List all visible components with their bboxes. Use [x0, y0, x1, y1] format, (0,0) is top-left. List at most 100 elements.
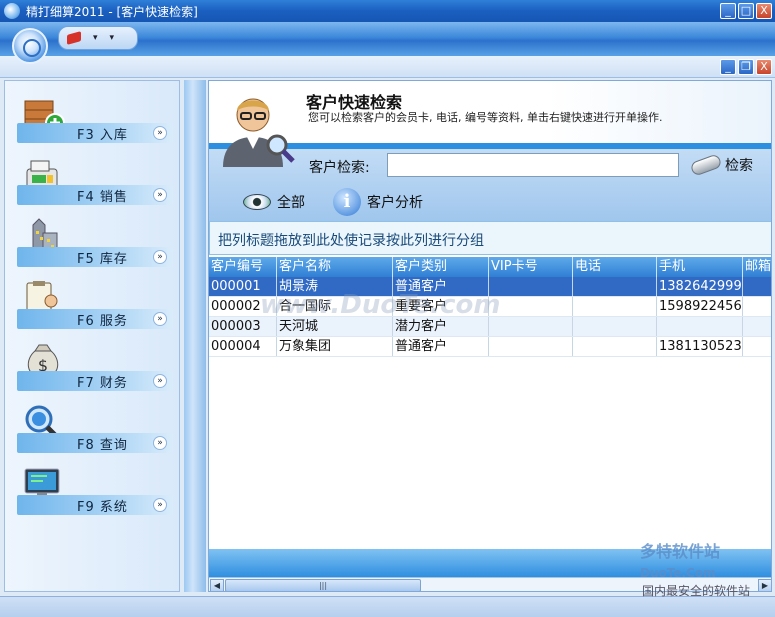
- mdi-close-button[interactable]: X: [756, 59, 772, 75]
- nav-item-inventory[interactable]: F5 库存 »: [15, 217, 175, 271]
- nav-label: F3 入库: [77, 127, 128, 143]
- status-bar: [0, 596, 775, 617]
- binoculars-icon: [689, 153, 723, 177]
- group-by-hint: 把列标题拖放到此处使记录按此列进行分组: [218, 233, 484, 249]
- minimize-button[interactable]: _: [720, 3, 736, 19]
- nav-item-finance[interactable]: $ F7 财务»: [15, 341, 175, 395]
- cell-phone: [573, 277, 657, 296]
- scroll-thumb[interactable]: |||: [225, 579, 421, 591]
- nav-bar: F8 查询 »: [17, 433, 173, 453]
- watermark-brand: 多特软件站 DuoTe.Com: [640, 538, 720, 581]
- quick-tool-icon[interactable]: [67, 31, 81, 45]
- cell-vip: [489, 317, 573, 336]
- show-all-button[interactable]: 全部: [243, 185, 305, 219]
- nav-item-service[interactable]: F6 服务 »: [15, 279, 175, 333]
- chevron-down-icon[interactable]: »: [153, 188, 167, 202]
- cell-category: 普通客户: [393, 337, 489, 356]
- chevron-down-icon[interactable]: »: [153, 498, 167, 512]
- nav-label: F5 库存: [77, 251, 128, 267]
- watermark-text: www.DuoTe.com: [260, 290, 501, 320]
- nav-item-system[interactable]: F9 系统 »: [15, 465, 175, 519]
- close-button[interactable]: X: [756, 3, 772, 19]
- cell-mobile: 1598922456: [659, 297, 743, 316]
- customer-search-panel: 客户快速检索 您可以检索客户的会员卡, 电话, 编号等资料, 单击右键快速进行开…: [208, 80, 772, 592]
- maximize-button[interactable]: □: [738, 3, 754, 19]
- nav-label: F6 服务: [77, 313, 128, 329]
- mdi-minimize-button[interactable]: _: [720, 59, 736, 75]
- watermark-slogan: 国内最安全的软件站: [642, 584, 751, 598]
- table-row[interactable]: 000004 万象集团 普通客户 1381130523: [209, 337, 771, 357]
- nav-label: F8 查询: [77, 437, 128, 453]
- cell-id: 000004: [209, 337, 277, 356]
- cell-email: [743, 317, 771, 336]
- nav-bar: F5 库存 »: [17, 247, 173, 267]
- window-title: 精打细算2011 - [客户快速检索]: [26, 4, 198, 19]
- mdi-restore-button[interactable]: ❐: [738, 59, 754, 75]
- nav-bar: F3 入库 »: [17, 123, 173, 143]
- grid-header: 客户编号 客户名称 客户类别 VIP卡号 电话 手机 邮箱: [209, 257, 771, 277]
- nav-bar: F4 销售 »: [17, 185, 173, 205]
- nav-label: F4 销售: [77, 189, 128, 205]
- column-header[interactable]: 客户名称: [277, 257, 393, 277]
- nav-bar: F7 财务 »: [17, 371, 173, 391]
- customer-avatar-icon: [223, 98, 295, 167]
- column-header[interactable]: 客户编号: [209, 257, 277, 277]
- scroll-right-icon[interactable]: ▶: [758, 579, 771, 591]
- column-header[interactable]: 邮箱: [743, 257, 771, 277]
- search-button-label: 检索: [725, 158, 753, 174]
- nav-label: F7 财务: [77, 375, 128, 391]
- cell-phone: [573, 317, 657, 336]
- nav-item-inbound[interactable]: F3 入库 »: [15, 93, 175, 147]
- quick-access-toolbar: ▾ ▾: [58, 26, 138, 50]
- nav-bar: F6 服务 »: [17, 309, 173, 329]
- title-bar: 精打细算2011 - [客户快速检索] _ □ X: [0, 0, 775, 22]
- column-header[interactable]: VIP卡号: [489, 257, 573, 277]
- scroll-left-icon[interactable]: ◀: [210, 579, 224, 591]
- eye-icon: [243, 194, 271, 210]
- cell-mobile: [657, 317, 743, 336]
- nav-item-query[interactable]: F8 查询 »: [15, 403, 175, 457]
- cell-email: [743, 337, 771, 356]
- chevron-down-icon[interactable]: »: [153, 126, 167, 140]
- cell-vip: [489, 337, 573, 356]
- watermark-brand-cn: 多特软件站: [640, 542, 721, 561]
- cell-vip: [489, 277, 573, 296]
- search-label: 客户检索:: [309, 160, 370, 176]
- column-header[interactable]: 手机: [657, 257, 743, 277]
- chevron-down-icon[interactable]: »: [153, 436, 167, 450]
- info-icon: i: [333, 188, 361, 216]
- cell-mobile: 1382642999: [659, 277, 743, 296]
- watermark-brand-en: DuoTe.Com: [640, 566, 716, 580]
- quick-tool-dropdown-icon[interactable]: ▾: [93, 33, 98, 43]
- cell-phone: [573, 337, 657, 356]
- search-button[interactable]: 检索: [689, 153, 763, 177]
- cell-phone: [573, 297, 657, 316]
- customize-toolbar-icon[interactable]: ▾: [110, 33, 115, 43]
- mdi-controls: _ ❐ X: [720, 59, 772, 75]
- app-menu-orb-button[interactable]: [12, 28, 48, 64]
- chevron-down-icon[interactable]: »: [153, 374, 167, 388]
- column-header[interactable]: 客户类别: [393, 257, 489, 277]
- left-navigation: F3 入库» F4 销售» F5 库存» F6 服务» $ F7 财务» F8 …: [4, 80, 180, 592]
- panel-splitter[interactable]: [184, 80, 206, 592]
- table-row[interactable]: 000003 天河城 潜力客户: [209, 317, 771, 337]
- cell-email: [743, 277, 771, 296]
- mdi-strip: _ ❐ X: [0, 56, 775, 78]
- show-all-label: 全部: [277, 195, 305, 211]
- window-controls: _ □ X: [720, 3, 772, 19]
- chevron-down-icon[interactable]: »: [153, 250, 167, 264]
- cell-email: [743, 297, 771, 316]
- nav-label: F9 系统: [77, 499, 128, 515]
- nav-bar: F9 系统 »: [17, 495, 173, 515]
- nav-item-sales[interactable]: F4 销售 »: [15, 155, 175, 209]
- chevron-down-icon[interactable]: »: [153, 312, 167, 326]
- column-header[interactable]: 电话: [573, 257, 657, 277]
- customer-search-input[interactable]: [387, 153, 679, 177]
- cell-name: 万象集团: [277, 337, 393, 356]
- customer-analysis-label: 客户分析: [367, 195, 423, 211]
- app-icon: [4, 3, 20, 19]
- customer-analysis-button[interactable]: i 客户分析: [333, 185, 423, 219]
- page-description: 您可以检索客户的会员卡, 电话, 编号等资料, 单击右键快速进行开单操作.: [308, 111, 663, 124]
- group-by-area[interactable]: 把列标题拖放到此处使记录按此列进行分组: [209, 221, 771, 255]
- cell-mobile: 1381130523: [659, 337, 743, 356]
